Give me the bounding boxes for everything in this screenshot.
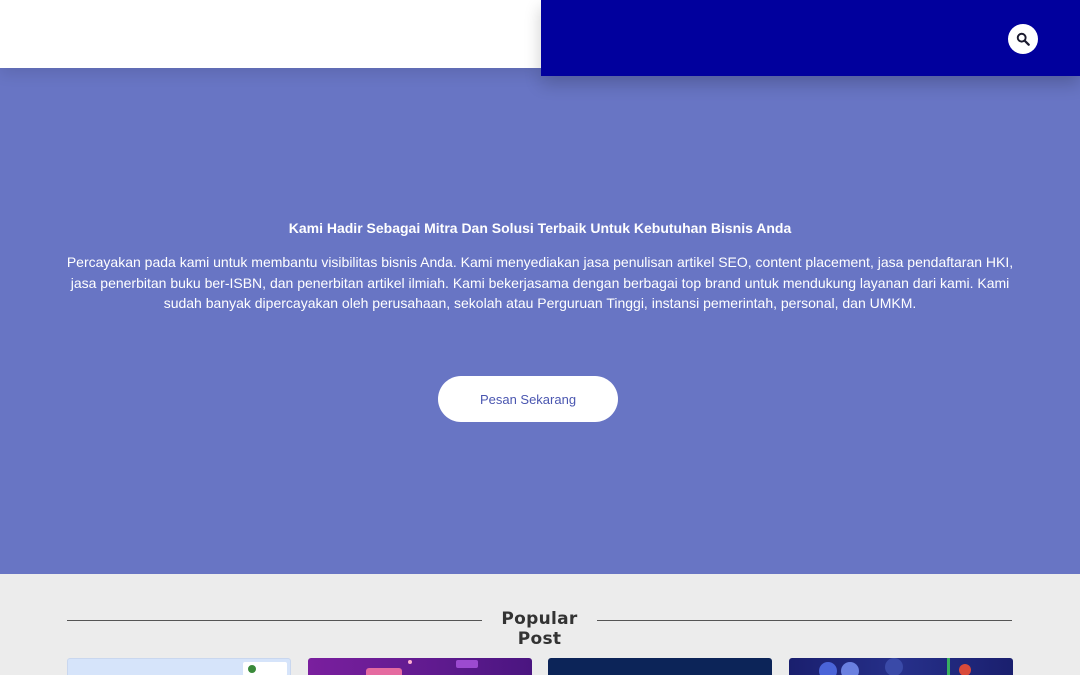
hero-section: Kami Hadir Sebagai Mitra Dan Solusi Terb… bbox=[0, 68, 1080, 574]
thumbnail-graphic bbox=[841, 662, 859, 675]
header-right-bar bbox=[541, 0, 1080, 76]
thumbnail-graphic bbox=[366, 668, 402, 675]
post-thumbnail[interactable] bbox=[548, 658, 772, 675]
thumbnail-graphic bbox=[947, 658, 950, 675]
thumbnail-graphic bbox=[959, 664, 971, 675]
thumbnail-graphic bbox=[885, 658, 903, 675]
post-thumbnail[interactable] bbox=[308, 658, 532, 675]
order-now-button[interactable]: Pesan Sekarang bbox=[438, 376, 618, 422]
heading-divider-left bbox=[67, 620, 482, 621]
popular-post-heading: Popular Post bbox=[501, 609, 578, 649]
heading-divider-right bbox=[597, 620, 1012, 621]
thumbnail-graphic bbox=[408, 660, 412, 664]
header-left-bar bbox=[0, 0, 541, 68]
thumbnail-graphic bbox=[819, 662, 837, 675]
popular-post-section: Popular Post bbox=[0, 574, 1080, 675]
hero-title: Kami Hadir Sebagai Mitra Dan Solusi Terb… bbox=[288, 220, 792, 236]
post-thumbnail[interactable] bbox=[789, 658, 1013, 675]
thumbnail-graphic bbox=[456, 660, 478, 668]
thumbnail-logo-icon bbox=[248, 665, 256, 673]
hero-description: Percayakan pada kami untuk membantu visi… bbox=[66, 254, 1014, 311]
post-thumbnail[interactable] bbox=[67, 658, 291, 675]
search-button[interactable] bbox=[1008, 24, 1038, 54]
search-icon bbox=[1016, 32, 1030, 46]
